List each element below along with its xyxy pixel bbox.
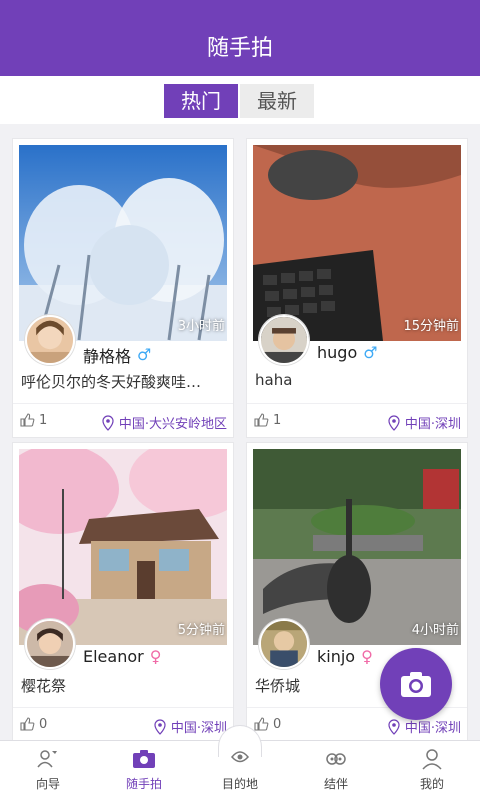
nav-snapshot-label: 随手拍 <box>125 777 162 791</box>
thumb-up-icon <box>254 717 269 731</box>
nav-destination-label: 目的地 <box>221 777 258 791</box>
photo-image[interactable] <box>253 145 461 341</box>
user-info: kinjo ♀ <box>317 647 373 666</box>
location[interactable]: 中国·深圳 <box>152 717 227 736</box>
card-footer: 0 中国·深圳 <box>13 707 233 741</box>
location[interactable]: 中国·大兴安岭地区 <box>100 413 227 432</box>
camera-button[interactable] <box>380 648 452 720</box>
nav-profile[interactable]: 我的 <box>384 747 480 792</box>
like-button[interactable]: 0 <box>19 716 47 732</box>
photo-grid: 3小时前 静格格 ♂ 呼伦贝尔的冬天好酸爽哇… 1 中国·大兴安岭地区 15分钟… <box>0 124 480 742</box>
time-ago: 15分钟前 <box>403 319 459 334</box>
like-count: 1 <box>273 412 282 428</box>
nav-destination[interactable]: 目的地 <box>192 747 288 792</box>
app-header: 随手拍 <box>0 0 480 76</box>
username[interactable]: Eleanor <box>83 647 144 666</box>
username[interactable]: 静格格 <box>83 343 131 367</box>
username[interactable]: hugo <box>317 343 357 362</box>
caption: 呼伦贝尔的冬天好酸爽哇… <box>21 373 202 391</box>
camera-icon <box>401 672 431 697</box>
tab-hot[interactable]: 热门 <box>164 84 238 118</box>
gender-male-icon: ♂ <box>363 342 378 362</box>
gender-male-icon: ♂ <box>137 345 152 364</box>
location[interactable]: 中国·深圳 <box>386 413 461 432</box>
like-count: 0 <box>39 716 48 732</box>
card-footer: 1 中国·大兴安岭地区 <box>13 403 233 437</box>
photo-image[interactable] <box>19 449 227 645</box>
location-text: 中国·深圳 <box>170 721 227 736</box>
gender-female-icon: ♀ <box>361 646 373 666</box>
caption: 樱花祭 <box>21 677 67 695</box>
nav-guide[interactable]: 向导 <box>0 747 96 792</box>
photo-card[interactable]: 15分钟前 hugo ♂ haha 1 中国·深圳 <box>246 138 468 438</box>
user-info: 静格格 ♂ <box>83 343 151 367</box>
location-text: 中国·大兴安岭地区 <box>118 417 227 432</box>
page-title: 随手拍 <box>206 36 273 61</box>
nav-companion-label: 结伴 <box>323 777 348 791</box>
location-pin-icon <box>102 414 114 431</box>
gender-female-icon: ♀ <box>149 646 162 666</box>
like-button[interactable]: 0 <box>253 716 281 732</box>
companion-icon <box>326 753 346 765</box>
photo-image[interactable] <box>253 449 461 645</box>
photo-card[interactable]: 5分钟前 Eleanor ♀ 樱花祭 0 中国·深圳 <box>12 442 234 742</box>
avatar[interactable] <box>259 315 309 365</box>
location-pin-icon <box>388 414 400 431</box>
location-pin-icon <box>154 718 166 735</box>
location-text: 中国·深圳 <box>404 417 461 432</box>
user-info: hugo ♂ <box>317 343 378 362</box>
card-footer: 1 中国·深圳 <box>247 403 467 437</box>
camera-icon <box>133 750 155 768</box>
time-ago: 3小时前 <box>177 319 225 334</box>
thumb-up-icon <box>20 413 35 427</box>
time-ago: 4小时前 <box>411 623 459 638</box>
location[interactable]: 中国·深圳 <box>386 717 461 736</box>
avatar[interactable] <box>25 315 75 365</box>
caption: haha <box>255 371 293 389</box>
destination-icon <box>231 751 249 763</box>
nav-guide-label: 向导 <box>35 777 60 791</box>
guide-icon <box>37 750 57 768</box>
tab-bar: 热门 最新 <box>0 76 480 124</box>
like-count: 1 <box>39 412 48 428</box>
like-count: 0 <box>273 716 282 732</box>
profile-icon <box>422 749 442 770</box>
username[interactable]: kinjo <box>317 647 355 666</box>
nav-companion[interactable]: 结伴 <box>288 747 384 792</box>
avatar[interactable] <box>25 619 75 669</box>
avatar[interactable] <box>259 619 309 669</box>
like-button[interactable]: 1 <box>19 412 47 428</box>
thumb-up-icon <box>20 717 35 731</box>
nav-profile-label: 我的 <box>419 777 444 791</box>
photo-image[interactable] <box>19 145 227 341</box>
bottom-nav: 向导 随手拍 目的地 结伴 我的 <box>0 725 480 800</box>
photo-card[interactable]: 3小时前 静格格 ♂ 呼伦贝尔的冬天好酸爽哇… 1 中国·大兴安岭地区 <box>12 138 234 438</box>
time-ago: 5分钟前 <box>177 623 225 638</box>
like-button[interactable]: 1 <box>253 412 281 428</box>
thumb-up-icon <box>254 413 269 427</box>
nav-snapshot[interactable]: 随手拍 <box>96 747 192 792</box>
location-pin-icon <box>388 718 400 735</box>
user-info: Eleanor ♀ <box>83 647 161 666</box>
tab-latest[interactable]: 最新 <box>240 84 314 118</box>
